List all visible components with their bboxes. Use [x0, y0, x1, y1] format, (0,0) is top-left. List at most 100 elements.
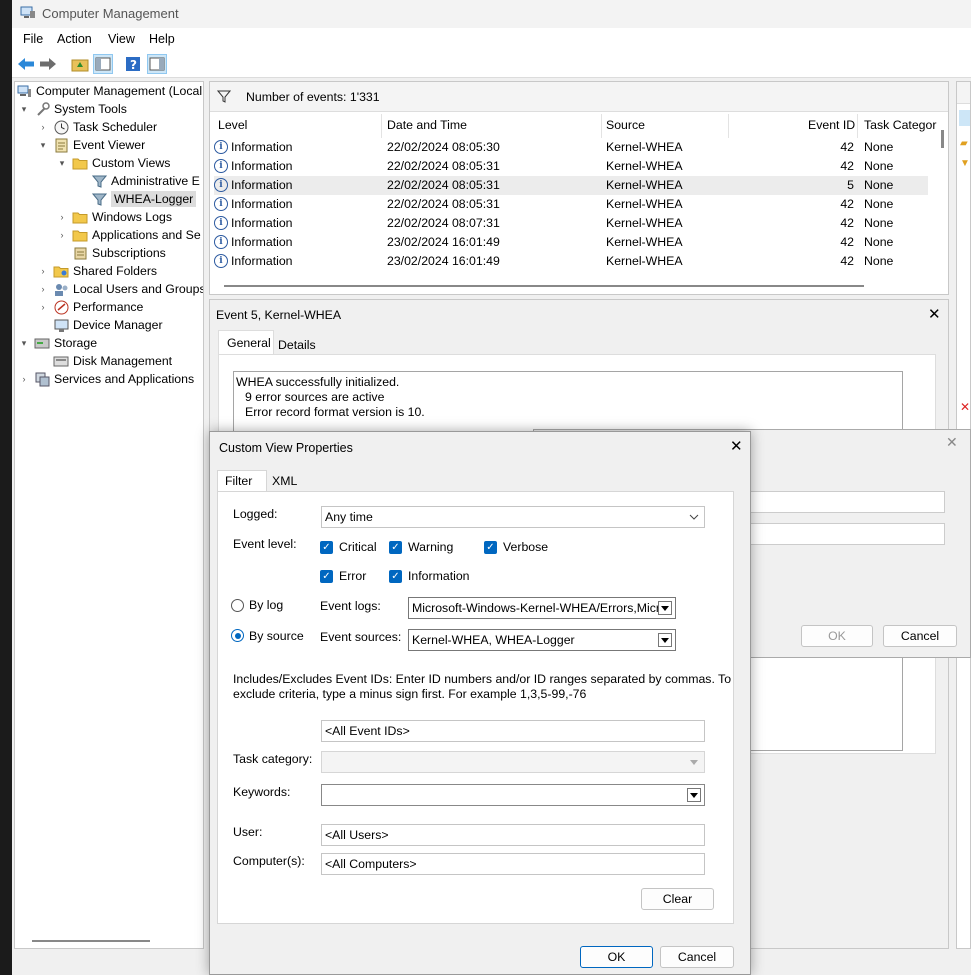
table-row[interactable]: i Information 22/02/2024 08:05:31 Kernel-WH… [214, 176, 928, 195]
help-icon[interactable]: ? [123, 54, 143, 74]
clear-button[interactable]: Clear [641, 888, 714, 910]
close-icon[interactable]: ✕ [946, 434, 958, 451]
tab-details[interactable]: Details [278, 338, 316, 352]
forward-arrow-icon[interactable] [38, 54, 58, 74]
chevron-down-icon [687, 755, 701, 769]
column-header-date-time[interactable]: Date and Time [387, 118, 467, 136]
chevron-right-icon[interactable]: › [18, 374, 30, 384]
table-row[interactable]: i Information 22/02/2024 08:07:31 Kernel-WH… [214, 214, 928, 233]
ok-button[interactable]: OK [580, 946, 653, 968]
chevron-down-icon[interactable]: ▾ [56, 158, 68, 169]
tab-xml[interactable]: XML [272, 474, 297, 488]
tree-node[interactable]: › Performance [37, 298, 143, 316]
table-row[interactable]: i Information 22/02/2024 08:05:31 Kernel-WH… [214, 195, 928, 214]
background-input-2[interactable] [749, 523, 945, 545]
actions-selected-item[interactable] [959, 110, 970, 126]
tab-filter[interactable]: Filter [217, 470, 267, 492]
chevron-right-icon[interactable]: › [37, 122, 49, 132]
open-folder-icon[interactable]: ▰ [960, 138, 968, 149]
chevron-right-icon[interactable]: › [56, 230, 68, 240]
table-row[interactable]: i Information 22/02/2024 08:05:31 Kernel-WH… [214, 157, 928, 176]
tree-node[interactable]: ▾ Event Viewer [37, 136, 145, 154]
menu-action[interactable]: Action [57, 32, 92, 46]
column-header-event-id[interactable]: Event ID [808, 118, 855, 136]
information-icon: i [214, 197, 228, 211]
tree-node[interactable]: › Applications and Se [56, 226, 201, 244]
logged-select[interactable]: Any time [321, 506, 705, 528]
verbose-checkbox[interactable]: ✓ [484, 541, 497, 554]
menu-help[interactable]: Help [149, 32, 175, 46]
events-vertical-scrollbar[interactable] [941, 130, 944, 148]
show-hide-console-tree-icon[interactable] [93, 54, 113, 74]
column-header-level[interactable]: Level [218, 118, 247, 136]
column-header-source[interactable]: Source [606, 118, 645, 136]
tab-general[interactable]: General [218, 330, 274, 354]
row-event-id: 42 [840, 159, 854, 173]
computers-value: <All Computers> [325, 857, 417, 871]
close-icon[interactable]: ✕ [730, 437, 743, 455]
task-category-select[interactable] [321, 751, 705, 773]
column-header-task-category[interactable]: Task Categor [864, 118, 936, 136]
tree-node[interactable]: Computer Management (Local [16, 82, 202, 100]
row-level: Information [231, 140, 293, 154]
chevron-down-icon[interactable]: ▾ [18, 338, 30, 349]
chevron-right-icon[interactable]: › [37, 284, 49, 294]
by-log-radio[interactable] [231, 599, 244, 612]
background-input-1[interactable] [749, 491, 945, 513]
event-logs-value: Microsoft-Windows-Kernel-WHEA/Errors,Mic… [412, 601, 661, 615]
critical-checkbox[interactable]: ✓ [320, 541, 333, 554]
filter-icon[interactable]: ▼ [960, 158, 970, 169]
tree-node[interactable]: WHEA-Logger [75, 190, 197, 208]
tree-node-label: Services and Applications [54, 372, 195, 386]
tree-node-label: Event Viewer [73, 138, 146, 152]
tree-horizontal-scrollbar[interactable] [32, 940, 150, 942]
table-row[interactable]: i Information 23/02/2024 16:01:49 Kernel-WH… [214, 252, 928, 271]
tree-node[interactable]: › Task Scheduler [37, 118, 157, 136]
tree-node[interactable]: › Windows Logs [56, 208, 172, 226]
chevron-down-icon[interactable]: ▾ [37, 140, 49, 151]
table-row[interactable]: i Information 23/02/2024 16:01:49 Kernel-WH… [214, 233, 928, 252]
user-input[interactable]: <All Users> [321, 824, 705, 846]
events-filter-bar: Number of events: 1'331 [210, 82, 948, 112]
information-checkbox[interactable]: ✓ [389, 570, 402, 583]
events-horizontal-scrollbar[interactable] [224, 285, 864, 287]
keywords-select[interactable] [321, 784, 705, 806]
event-ids-input[interactable]: <All Event IDs> [321, 720, 705, 742]
tree-node[interactable]: Disk Management [37, 352, 172, 370]
error-checkbox[interactable]: ✓ [320, 570, 333, 583]
up-folder-icon[interactable] [70, 54, 90, 74]
event-logs-select[interactable]: Microsoft-Windows-Kernel-WHEA/Errors,Mic… [408, 597, 676, 619]
event-description-line-1: WHEA successfully initialized. [236, 375, 400, 389]
tree-node[interactable]: ▾ System Tools [18, 100, 127, 118]
row-date-time: 22/02/2024 08:05:31 [387, 178, 500, 192]
tree-node[interactable]: Device Manager [37, 316, 163, 334]
table-row[interactable]: i Information 22/02/2024 08:05:30 Kernel-WH… [214, 138, 928, 157]
tree-node[interactable]: ▾ Custom Views [56, 154, 171, 172]
tree-node[interactable]: ▾ Storage [18, 334, 97, 352]
cancel-button[interactable]: Cancel [660, 946, 734, 968]
show-hide-action-pane-icon[interactable] [147, 54, 167, 74]
menu-view[interactable]: View [108, 32, 135, 46]
tree-node[interactable]: Subscriptions [56, 244, 166, 262]
chevron-right-icon[interactable]: › [37, 302, 49, 312]
menu-file[interactable]: File [23, 32, 43, 46]
warning-checkbox[interactable]: ✓ [389, 541, 402, 554]
back-arrow-icon[interactable] [16, 54, 36, 74]
row-source: Kernel-WHEA [606, 235, 683, 249]
background-cancel-button[interactable]: Cancel [883, 625, 957, 647]
tree-node[interactable]: › Services and Applications [18, 370, 194, 388]
close-icon[interactable]: ✕ [928, 305, 941, 323]
tree-node[interactable]: › Shared Folders [37, 262, 158, 280]
chevron-right-icon[interactable]: › [56, 212, 68, 222]
by-source-radio[interactable] [231, 629, 244, 642]
chevron-right-icon[interactable]: › [37, 266, 49, 276]
tree-node[interactable]: › Local Users and Groups [37, 280, 204, 298]
computers-input[interactable]: <All Computers> [321, 853, 705, 875]
event-viewer-icon [53, 137, 69, 153]
delete-icon[interactable]: ✕ [960, 400, 970, 414]
background-ok-button[interactable]: OK [801, 625, 873, 647]
storage-icon [34, 335, 50, 351]
chevron-down-icon[interactable]: ▾ [18, 104, 30, 115]
event-sources-select[interactable]: Kernel-WHEA, WHEA-Logger [408, 629, 676, 651]
tree-node[interactable]: Administrative E [75, 172, 200, 190]
